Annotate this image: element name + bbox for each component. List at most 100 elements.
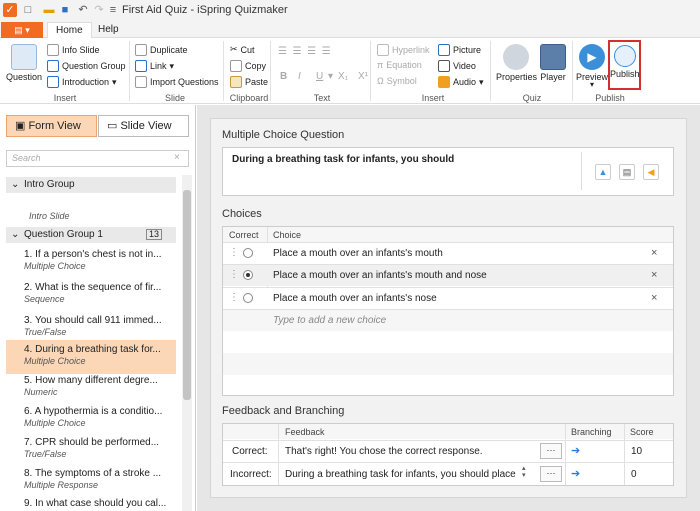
drag-handle-icon[interactable]: ⋮: [229, 269, 239, 280]
link-icon: [135, 60, 147, 72]
video-icon: [438, 60, 450, 72]
feedback-text-field[interactable]: That's right! You chose the correct resp…: [285, 446, 483, 457]
file-menu-button[interactable]: ▤ ▾: [1, 22, 43, 38]
search-input[interactable]: Search: [6, 150, 189, 167]
feedback-title: Feedback and Branching: [222, 405, 345, 417]
symbol-button[interactable]: Ω Symbol: [377, 76, 417, 86]
italic-button[interactable]: I: [298, 71, 316, 82]
intro-slide-item[interactable]: Intro Slide: [29, 211, 70, 221]
video-button[interactable]: Video: [438, 60, 476, 72]
score-field[interactable]: 0: [631, 469, 637, 480]
undo-icon[interactable]: ↶: [76, 3, 90, 17]
new-choice-row[interactable]: Type to add a new choice: [223, 309, 673, 331]
question-group-button[interactable]: Question Group: [47, 60, 126, 72]
delete-choice-icon[interactable]: ×: [651, 292, 657, 304]
list-item[interactable]: 5. How many different degre... Numeric: [6, 371, 176, 405]
underline-button[interactable]: U: [316, 71, 328, 82]
equation-button[interactable]: π Equation: [377, 60, 422, 70]
branching-arrow-icon[interactable]: ➔: [571, 444, 580, 457]
info-slide-button[interactable]: Info Slide: [47, 44, 100, 56]
question-button[interactable]: Question: [6, 44, 42, 82]
redo-icon[interactable]: ↷: [92, 3, 106, 17]
picture-button[interactable]: Picture: [438, 44, 481, 56]
insert-audio-icon[interactable]: ◀: [643, 164, 659, 180]
correct-radio[interactable]: [243, 293, 253, 303]
copy-button[interactable]: Copy: [230, 60, 266, 72]
empty-row: [223, 331, 673, 353]
choice-row[interactable]: ⋮ Place a mouth over an infants's nose ×: [223, 287, 673, 309]
hyperlink-button[interactable]: Hyperlink: [377, 44, 430, 56]
list-item[interactable]: 2. What is the sequence of fir... Sequenc…: [6, 278, 176, 312]
ribbon-divider: [223, 41, 224, 101]
list-item-selected[interactable]: 4. During a breathing task for... Multipl…: [6, 340, 176, 374]
new-file-icon[interactable]: □: [21, 3, 35, 17]
superscript-button[interactable]: X¹: [358, 71, 374, 82]
save-icon[interactable]: ■: [58, 3, 72, 17]
introduction-icon: [47, 76, 59, 88]
numbered-list-icon: ☰: [292, 46, 302, 57]
delete-choice-icon[interactable]: ×: [651, 247, 657, 259]
feedback-text-field[interactable]: During a breathing task for infants, you…: [285, 469, 517, 480]
list-item[interactable]: 8. The symptoms of a stroke ... Multiple …: [6, 464, 176, 498]
import-questions-button[interactable]: Import Questions: [135, 76, 219, 88]
window-title: First Aid Quiz - iSpring Quizmaker: [122, 4, 288, 16]
text-format-buttons[interactable]: B I U ▾ X₁ X¹: [280, 71, 374, 82]
score-field[interactable]: 10: [631, 446, 642, 457]
cut-button[interactable]: ✂ Cut: [230, 44, 255, 55]
text-scroll-stepper[interactable]: ▴ ▾: [522, 465, 526, 479]
drag-handle-icon[interactable]: ⋮: [229, 292, 239, 303]
tab-home[interactable]: Home: [47, 22, 92, 39]
audio-button[interactable]: Audio ▾: [438, 76, 484, 88]
bold-button[interactable]: B: [280, 71, 298, 82]
duplicate-icon: [135, 44, 147, 56]
col-correct: Correct: [229, 230, 259, 240]
correct-radio[interactable]: [243, 248, 253, 258]
properties-button[interactable]: Properties: [496, 44, 537, 82]
introduction-button[interactable]: Introduction ▾: [47, 76, 117, 88]
branching-arrow-icon[interactable]: ➔: [571, 467, 580, 480]
more-options-button[interactable]: ···: [540, 443, 562, 459]
scrollbar-thumb[interactable]: [183, 190, 191, 400]
delete-choice-icon[interactable]: ×: [651, 269, 657, 281]
list-item[interactable]: 9. In what case should you cal...: [6, 494, 176, 511]
clear-search-icon[interactable]: ×: [174, 152, 180, 163]
open-folder-icon[interactable]: ▬: [42, 3, 56, 17]
divider: [581, 152, 582, 190]
list-format-buttons[interactable]: ☰ ☰ ☰ ☰: [278, 46, 331, 57]
paste-button[interactable]: Paste: [230, 76, 268, 88]
slide-view-button[interactable]: ▭ Slide View: [98, 115, 189, 137]
chevron-down-icon: ▾: [328, 71, 334, 82]
customize-toolbar-icon[interactable]: ≡: [106, 3, 120, 17]
question-count-badge: 13: [145, 229, 162, 240]
drag-handle-icon[interactable]: ⋮: [229, 247, 239, 258]
ribbon-divider: [572, 41, 573, 101]
indent-icon: ☰: [307, 46, 317, 57]
choice-row[interactable]: ⋮ Place a mouth over an infants's mouth …: [223, 242, 673, 264]
more-options-button[interactable]: ···: [540, 466, 562, 482]
group-header-intro[interactable]: ⌄ Intro Group: [6, 177, 176, 193]
duplicate-button[interactable]: Duplicate: [135, 44, 188, 56]
tab-help[interactable]: Help: [90, 22, 127, 39]
choice-row[interactable]: ⋮ Place a mouth over an infants's mouth …: [223, 264, 673, 286]
link-button[interactable]: Link ▾: [135, 60, 174, 72]
copy-icon: [230, 60, 242, 72]
group-header-question-group[interactable]: ⌄ Question Group 1 13: [6, 227, 176, 243]
list-item[interactable]: 7. CPR should be performed... True/False: [6, 433, 176, 467]
col-feedback: Feedback: [285, 427, 325, 437]
app-logo-icon: ✓: [3, 3, 17, 17]
preview-button[interactable]: ▶ Preview ▾: [576, 44, 608, 89]
group-label-slide: Slide: [164, 93, 185, 103]
question-icon: [11, 44, 37, 70]
list-item[interactable]: 6. A hypothermia is a conditio... Multipl…: [6, 402, 176, 436]
insert-video-icon[interactable]: ▤: [619, 164, 635, 180]
player-button[interactable]: Player: [538, 44, 568, 82]
list-item[interactable]: 1. If a person's chest is not in... Multi…: [6, 245, 176, 279]
subscript-button[interactable]: X₁: [338, 71, 358, 82]
publish-button[interactable]: Publish: [608, 40, 641, 90]
play-icon: ▶: [579, 44, 605, 70]
cut-icon: ✂: [230, 44, 238, 54]
form-view-button[interactable]: ▣ Form View: [6, 115, 97, 137]
group-label-text: Text: [313, 93, 331, 103]
insert-picture-icon[interactable]: ▲: [595, 164, 611, 180]
correct-radio[interactable]: [243, 270, 253, 280]
